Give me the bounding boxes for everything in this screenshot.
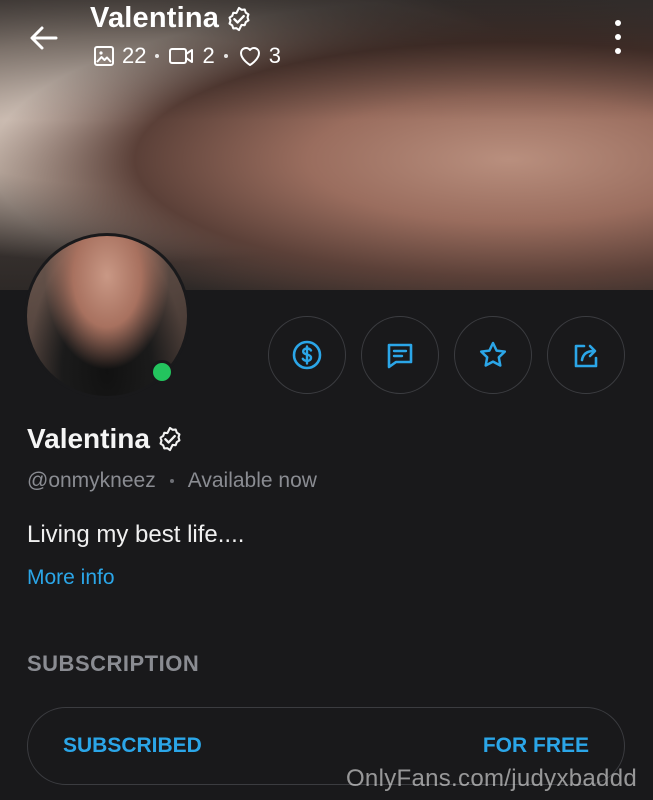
dollar-icon bbox=[292, 340, 322, 370]
like-count: 3 bbox=[237, 43, 281, 69]
availability-status: Available now bbox=[187, 469, 317, 492]
watermark: OnlyFans.com/judyxbaddd bbox=[345, 765, 637, 792]
separator-dot bbox=[223, 54, 228, 58]
subscription-state: SUBSCRIBED bbox=[63, 734, 202, 757]
verified-icon bbox=[228, 6, 250, 31]
tip-button[interactable] bbox=[268, 316, 346, 394]
verified-icon bbox=[159, 426, 181, 452]
message-button[interactable] bbox=[361, 316, 439, 394]
dot-icon bbox=[615, 34, 621, 40]
more-options-button[interactable] bbox=[613, 20, 623, 54]
favorite-button[interactable] bbox=[454, 316, 532, 394]
back-button[interactable] bbox=[26, 20, 62, 56]
subscription-price: FOR FREE bbox=[482, 734, 589, 757]
share-icon bbox=[574, 344, 598, 368]
subscription-heading: SUBSCRIPTION bbox=[27, 651, 200, 676]
dot-icon bbox=[615, 20, 621, 26]
arrow-left-icon bbox=[30, 26, 58, 50]
image-icon bbox=[94, 46, 114, 66]
online-status-indicator bbox=[150, 360, 174, 384]
video-count: 2 bbox=[168, 43, 215, 69]
profile-meta: @onmykneez Available now bbox=[27, 469, 317, 493]
message-icon bbox=[387, 343, 413, 369]
profile-name: Valentina bbox=[27, 423, 184, 455]
header-stats: 22 2 3 bbox=[92, 43, 281, 69]
share-button[interactable] bbox=[547, 316, 625, 394]
profile-handle: @onmykneez bbox=[27, 469, 156, 492]
header-name: Valentina bbox=[90, 2, 220, 34]
more-info-link[interactable]: More info bbox=[27, 566, 115, 590]
dot-icon bbox=[615, 48, 621, 54]
video-icon bbox=[169, 48, 194, 64]
separator-dot bbox=[155, 54, 160, 58]
profile-bio: Living my best life.... bbox=[27, 521, 245, 548]
separator-dot bbox=[169, 479, 174, 483]
header-title: Valentina bbox=[90, 2, 253, 35]
heart-icon bbox=[239, 47, 260, 66]
photo-count: 22 bbox=[92, 43, 146, 69]
star-icon bbox=[479, 341, 507, 367]
